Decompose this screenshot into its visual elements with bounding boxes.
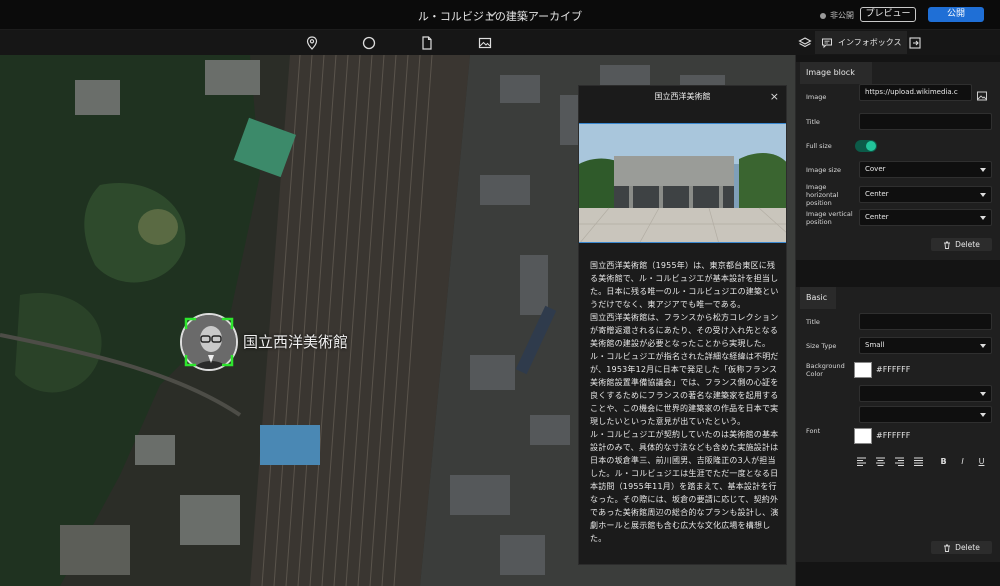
horizontal-position-select[interactable]: Center xyxy=(859,186,992,203)
text-format-bar: B I U xyxy=(856,455,996,467)
image-icon[interactable] xyxy=(477,35,493,51)
trash-icon xyxy=(944,544,951,552)
fullsize-label: Full size xyxy=(806,142,832,150)
vertical-position-select[interactable]: Center xyxy=(859,209,992,226)
exit-icon[interactable] xyxy=(907,35,923,51)
background-color-value[interactable]: #FFFFFF xyxy=(876,365,910,374)
font-label: Font xyxy=(806,427,821,435)
italic-button[interactable]: I xyxy=(957,456,968,467)
background-color-swatch[interactable] xyxy=(854,362,872,378)
underline-button[interactable]: U xyxy=(976,456,987,467)
infobox-paragraph: 国立西洋美術館は、フランスから松方コレクションが寄贈返還されるにあたり、その受け… xyxy=(590,313,779,426)
trash-icon xyxy=(944,241,951,249)
align-justify-icon[interactable] xyxy=(913,456,924,467)
infobox-popup: 国立西洋美術館 × 国立西洋美術館（1955年）は、東京都台東区に残る美術館で、… xyxy=(578,85,787,565)
status-dot-icon xyxy=(820,12,826,19)
app-window: ル・コルビジェの建築アーカイブ 非公開 プレビュー 公開 インフォボックス 国立… xyxy=(0,0,1000,586)
title-label: Title xyxy=(806,118,820,126)
tab-image-block[interactable]: Image block xyxy=(800,62,872,84)
selection-frame-icon xyxy=(184,317,234,367)
size-type-label: Size Type xyxy=(806,342,837,350)
align-center-icon[interactable] xyxy=(875,456,886,467)
layers-icon[interactable] xyxy=(797,35,813,51)
pin-icon[interactable] xyxy=(304,35,320,51)
visibility-status: 非公開 xyxy=(820,10,854,21)
file-icon[interactable] xyxy=(419,35,435,51)
chevron-down-icon[interactable] xyxy=(486,8,498,20)
horizontal-position-label: Image horizontal position xyxy=(806,183,839,207)
close-icon[interactable]: × xyxy=(770,86,779,108)
delete-label: Delete xyxy=(955,240,980,249)
image-size-label: Image size xyxy=(806,166,842,174)
infobox-header: 国立西洋美術館 × xyxy=(579,86,786,108)
image-url-input[interactable]: https://upload.wikimedia.c xyxy=(859,84,972,101)
style-select-2[interactable] xyxy=(859,406,992,423)
tab-infobox[interactable]: インフォボックス xyxy=(815,31,907,54)
align-right-icon[interactable] xyxy=(894,456,905,467)
toggle-knob xyxy=(866,141,876,151)
delete-basic-button[interactable]: Delete xyxy=(931,541,992,554)
infobox-paragraph: ル・コルビュジエが契約していたのは美術館の基本設計のみで、具体的な寸法なども含め… xyxy=(590,430,779,543)
comment-icon xyxy=(822,38,832,48)
vertical-position-label: Image vertical position xyxy=(806,210,853,226)
infobox-title: 国立西洋美術館 xyxy=(654,92,711,101)
size-type-select[interactable]: Small xyxy=(859,337,992,354)
bold-button[interactable]: B xyxy=(938,456,949,467)
image-label: Image xyxy=(806,93,827,101)
basic-section: Basic Title Size Type Small Background C… xyxy=(796,287,1000,562)
top-bar: ル・コルビジェの建築アーカイブ 非公開 プレビュー 公開 xyxy=(0,0,1000,30)
font-color-value[interactable]: #FFFFFF xyxy=(876,431,910,440)
background-color-label: Background Color xyxy=(806,362,845,378)
publish-button[interactable]: 公開 xyxy=(928,7,984,22)
fullsize-toggle[interactable] xyxy=(855,140,877,152)
basic-title-label: Title xyxy=(806,318,820,326)
museum-photo xyxy=(579,123,786,243)
tab-infobox-label: インフォボックス xyxy=(838,38,902,47)
settings-panel: Image block Image https://upload.wikimed… xyxy=(795,55,1000,586)
infobox-body: 国立西洋美術館（1955年）は、東京都台東区に残る美術館で、ル・コルビュジエが基… xyxy=(590,259,782,545)
circle-icon[interactable] xyxy=(361,35,377,51)
font-color-swatch[interactable] xyxy=(854,428,872,444)
image-size-select[interactable]: Cover xyxy=(859,161,992,178)
tab-basic[interactable]: Basic xyxy=(800,287,836,309)
align-left-icon[interactable] xyxy=(856,456,867,467)
style-select-1[interactable] xyxy=(859,385,992,402)
status-label: 非公開 xyxy=(830,11,854,20)
image-title-input[interactable] xyxy=(859,113,992,130)
basic-title-input[interactable] xyxy=(859,313,992,330)
infobox-paragraph: 国立西洋美術館（1955年）は、東京都台東区に残る美術館で、ル・コルビュジエが基… xyxy=(590,261,779,309)
image-block-section: Image block Image https://upload.wikimed… xyxy=(796,62,1000,260)
preview-button[interactable]: プレビュー xyxy=(860,7,916,22)
marker-label[interactable]: 国立西洋美術館 xyxy=(243,331,348,352)
image-picker-icon[interactable] xyxy=(976,90,988,102)
delete-label: Delete xyxy=(955,543,980,552)
delete-image-block-button[interactable]: Delete xyxy=(931,238,992,251)
